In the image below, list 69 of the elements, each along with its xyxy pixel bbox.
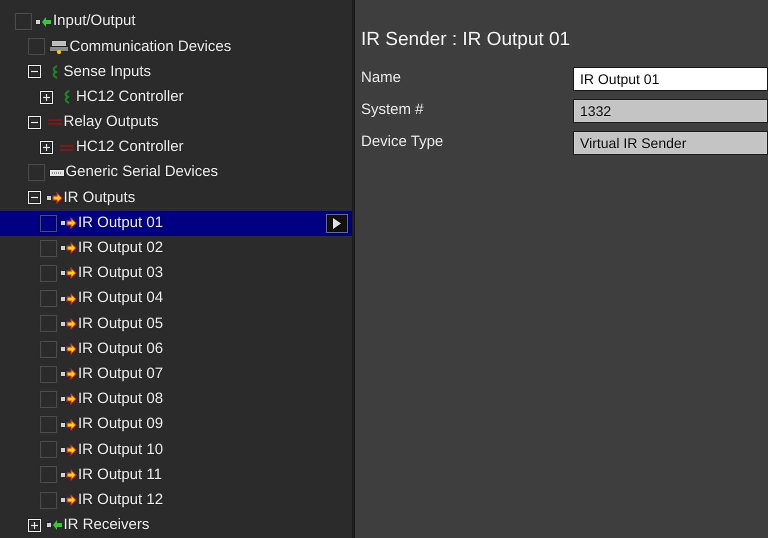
arrow-right-icon [61, 217, 77, 230]
arrow-right-icon [61, 494, 77, 506]
tree-item-label[interactable]: IR Receivers [64, 514, 150, 537]
arrow-right-icon [61, 292, 77, 305]
field-label: Name [361, 68, 402, 88]
tree-item-label[interactable]: IR Output 08 [78, 388, 164, 411]
collapse-toggle[interactable] [28, 116, 40, 129]
tree-item-label[interactable]: IR Output 02 [78, 237, 164, 260]
tree-item-label[interactable]: IR Output 09 [78, 413, 164, 436]
tree-item-label[interactable]: IR Output 06 [78, 338, 164, 360]
play-button[interactable] [326, 214, 348, 233]
tree-checkbox[interactable] [40, 214, 57, 232]
tree-checkbox[interactable] [15, 13, 32, 30]
readonly-field[interactable]: Virtual IR Sender [573, 130, 768, 154]
plus-icon [42, 143, 51, 152]
tree-checkbox[interactable] [40, 315, 57, 332]
tree-item-label[interactable]: IR Output 10 [78, 438, 164, 462]
expand-toggle[interactable] [40, 141, 53, 154]
arrow-right-icon [61, 468, 77, 481]
tree-checkbox[interactable] [28, 38, 44, 56]
tree-item-label[interactable]: IR Output 04 [78, 287, 164, 310]
tree-checkbox[interactable] [40, 340, 57, 358]
tree-checkbox[interactable] [40, 466, 57, 484]
tree-item-label[interactable]: IR Output 12 [78, 488, 164, 512]
tree-item-label[interactable]: IR Output 05 [78, 312, 164, 336]
tree-item-label[interactable]: HC12 Controller [76, 136, 184, 159]
arrow-right-icon [61, 242, 77, 254]
tree-item-label[interactable]: HC12 Controller [76, 86, 184, 108]
tree-item-label[interactable]: Relay Outputs [64, 111, 159, 134]
tree-checkbox[interactable] [40, 390, 57, 408]
expand-toggle[interactable] [40, 90, 53, 104]
tree-item-label[interactable]: IR Output 11 [78, 464, 162, 486]
tree-checkbox[interactable] [40, 492, 57, 509]
arrow-right-icon [61, 368, 77, 380]
plus-icon [30, 520, 38, 530]
tree-checkbox[interactable] [28, 164, 44, 182]
tree-checkbox[interactable] [40, 290, 57, 308]
collapse-toggle[interactable] [28, 65, 40, 78]
collapse-toggle[interactable] [28, 191, 40, 204]
play-icon [332, 218, 342, 229]
arrow-right-icon [61, 343, 77, 356]
tree-item-label[interactable]: IR Outputs [64, 186, 136, 210]
arrow-right-icon [46, 192, 62, 204]
arrow-right-icon [61, 444, 77, 456]
tree-checkbox[interactable] [40, 264, 57, 282]
arrow-right-icon [61, 393, 77, 406]
tree-item-label[interactable]: IR Output 07 [78, 362, 164, 386]
panel-title: IR Sender : IR Output 01 [361, 28, 572, 52]
tree-checkbox[interactable] [40, 366, 57, 383]
input-field[interactable]: IR Output 01 [573, 66, 768, 90]
plus-icon [42, 92, 51, 102]
tree-checkbox[interactable] [40, 416, 57, 434]
readonly-field[interactable]: 1332 [573, 98, 768, 122]
arrow-right-icon [61, 418, 77, 431]
arrow-left-icon [46, 519, 62, 532]
arrow-right-icon [61, 267, 77, 280]
arrow-left-icon [36, 16, 52, 28]
tree-item-label[interactable]: Sense Inputs [64, 60, 152, 84]
network-device-icon [48, 40, 68, 54]
field-label: Device Type [361, 132, 444, 152]
tree-item-label[interactable]: IR Output 03 [78, 262, 164, 285]
tree-item-label[interactable]: Communication Devices [70, 36, 232, 58]
tree-item-label[interactable]: Generic Serial Devices [66, 161, 218, 184]
tree-checkbox[interactable] [40, 441, 57, 458]
field-label: System # [361, 100, 425, 120]
tree-checkbox[interactable] [40, 240, 57, 257]
tree-item-label[interactable]: Input/Output [53, 10, 136, 33]
arrow-right-icon [61, 318, 77, 330]
expand-toggle[interactable] [28, 518, 40, 532]
